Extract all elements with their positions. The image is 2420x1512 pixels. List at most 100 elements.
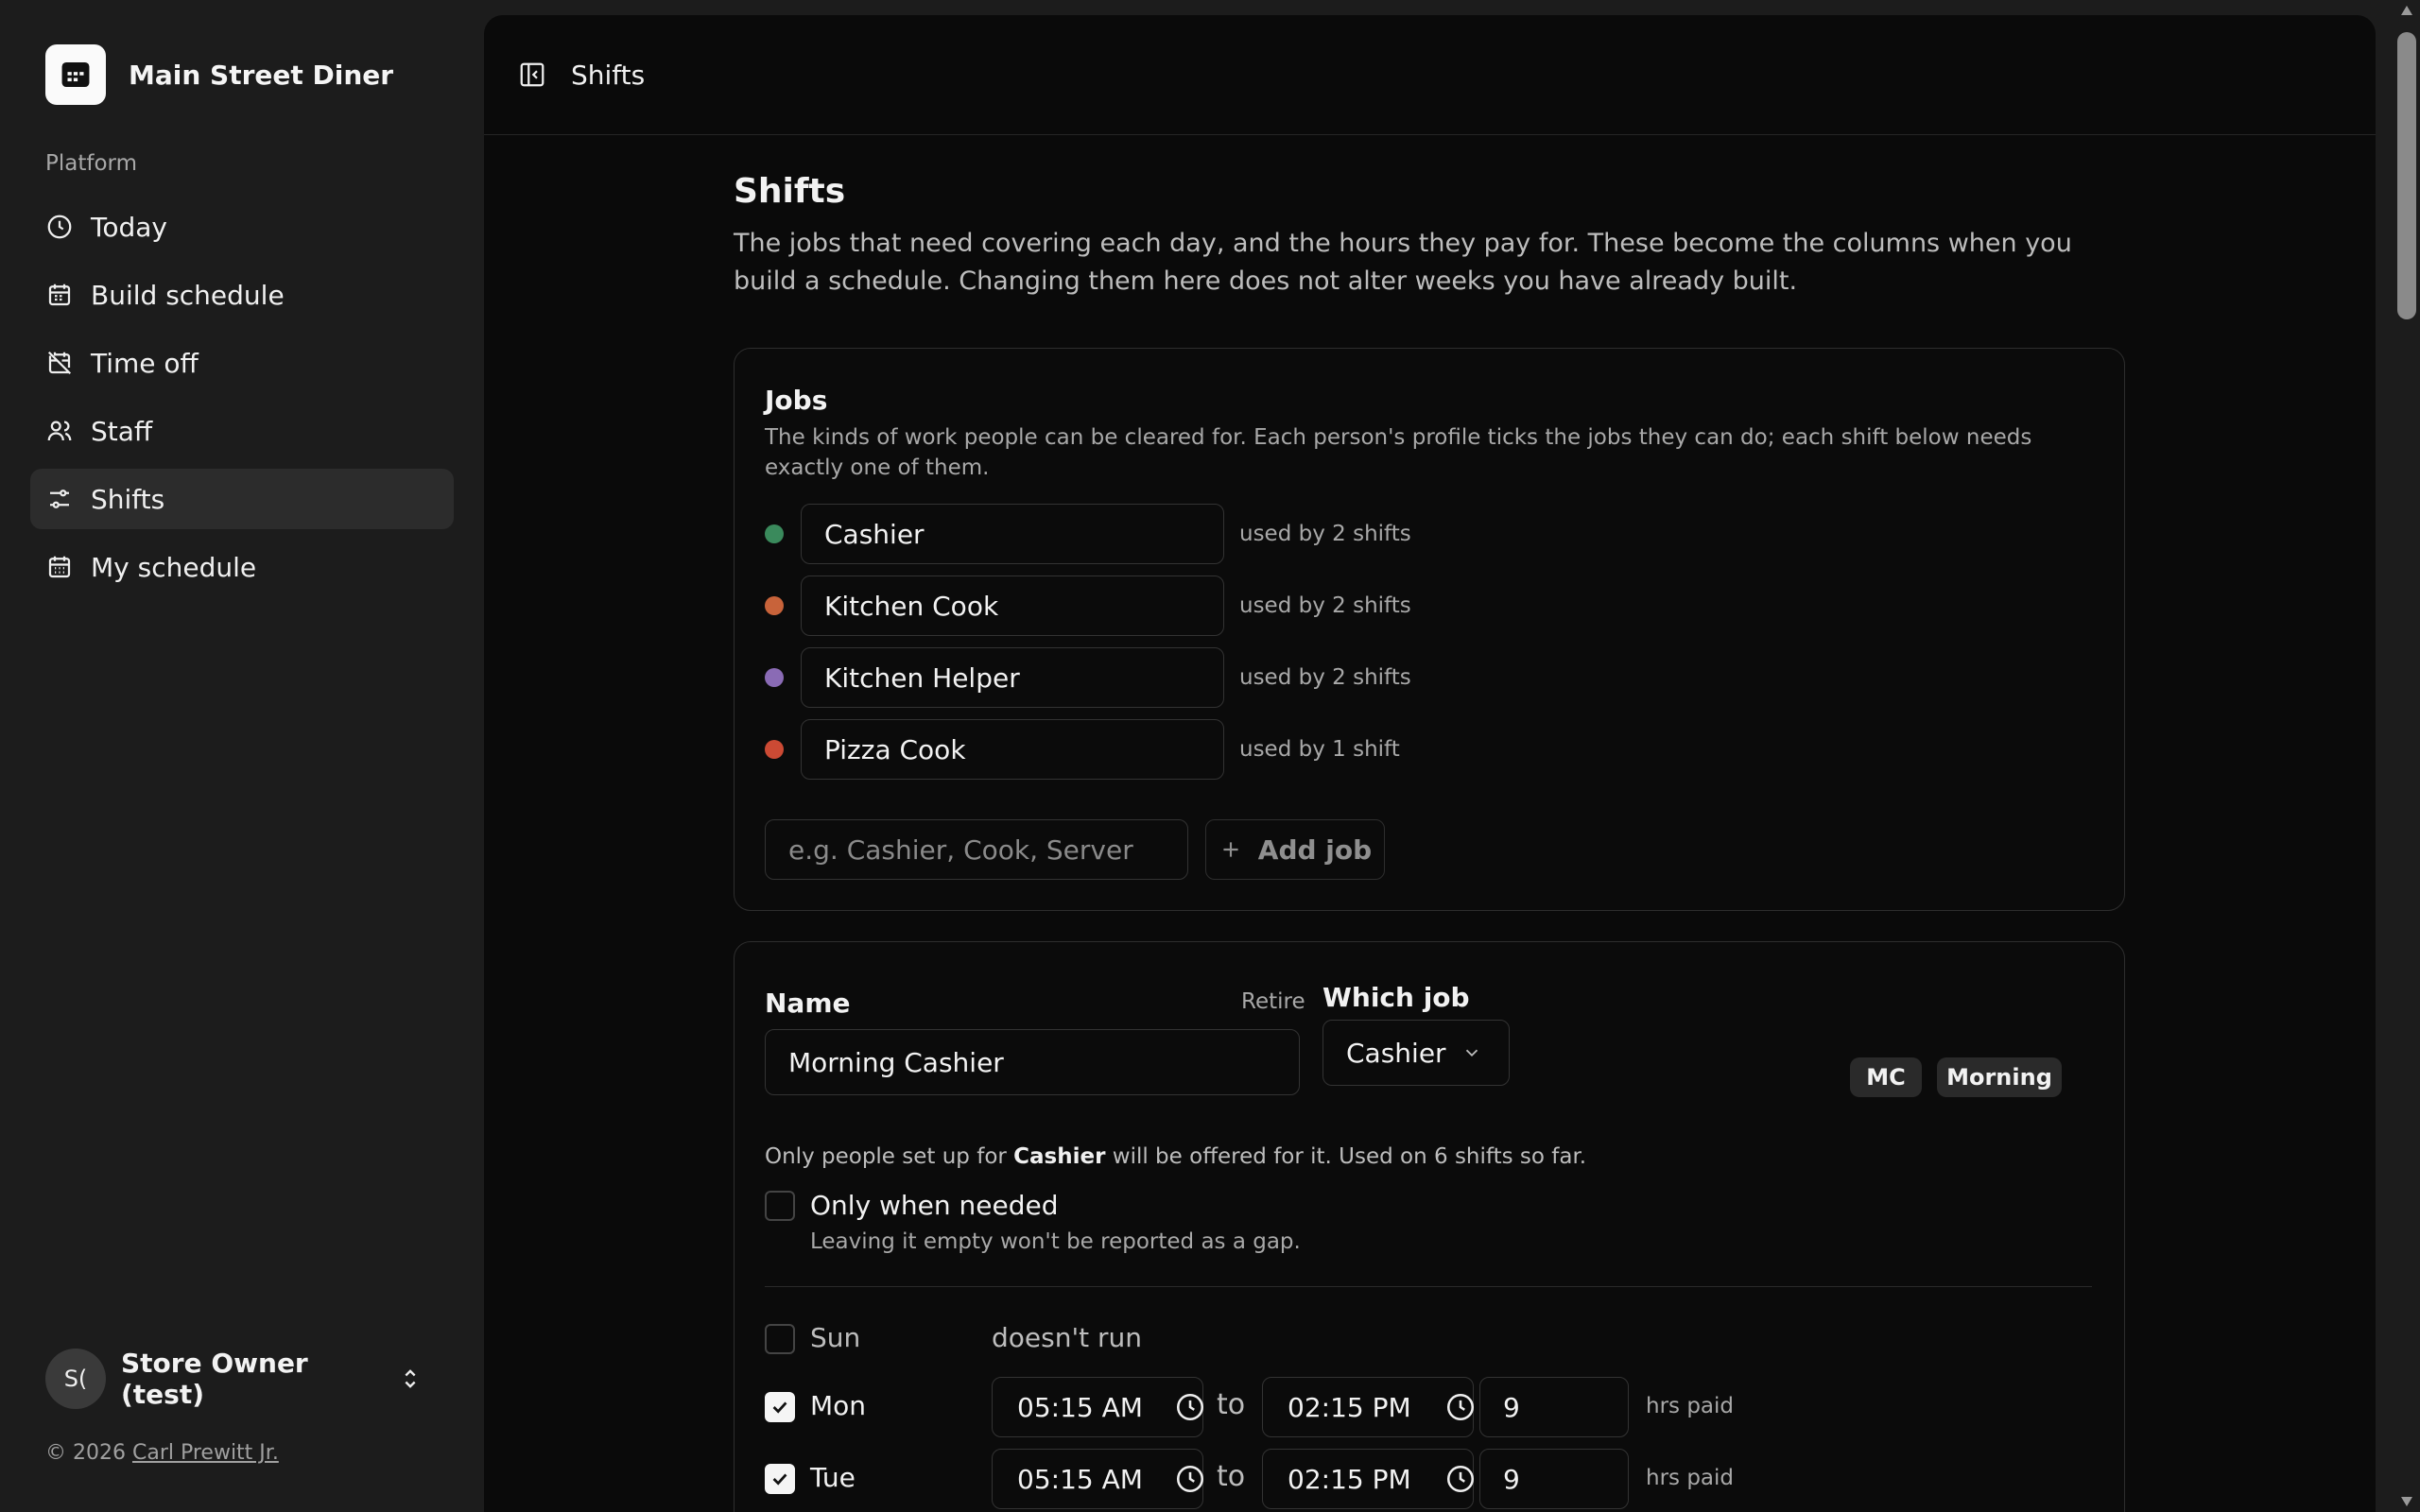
job-color-dot bbox=[765, 524, 784, 543]
job-name-input[interactable]: Pizza Cook bbox=[801, 719, 1224, 780]
table-icon bbox=[45, 44, 106, 105]
only-when-needed-toggle[interactable]: Only when needed bbox=[765, 1190, 1059, 1221]
chevron-up-down-icon bbox=[405, 1369, 416, 1388]
name-label: Name bbox=[765, 988, 851, 1019]
user-name: Store Owner (test) bbox=[121, 1348, 308, 1410]
sidebar-item-label: Build schedule bbox=[91, 279, 285, 311]
day-checkbox[interactable] bbox=[765, 1324, 795, 1354]
job-usage: used by 2 shifts bbox=[1239, 522, 1411, 546]
day-row-mon: Mon 05:15 AM to 02:15 PM 9 hrs paid bbox=[765, 1377, 2092, 1437]
job-usage: used by 1 shift bbox=[1239, 737, 1400, 762]
end-time-input[interactable]: 02:15 PM bbox=[1262, 1449, 1477, 1509]
only-when-needed-checkbox[interactable] bbox=[765, 1190, 795, 1221]
new-job-input[interactable] bbox=[765, 819, 1188, 880]
sidebar-toggle-icon[interactable] bbox=[518, 60, 546, 89]
job-name-input[interactable]: Cashier bbox=[801, 504, 1224, 564]
calendar-icon bbox=[48, 284, 71, 306]
clock-icon[interactable] bbox=[1174, 1463, 1206, 1495]
page-description: The jobs that need covering each day, an… bbox=[734, 229, 2072, 296]
copyright-prefix: © 2026 bbox=[45, 1441, 132, 1465]
scroll-up-arrow[interactable] bbox=[2401, 6, 2412, 15]
jobs-description: The kinds of work people can be cleared … bbox=[765, 425, 2032, 480]
brand[interactable]: Main Street Diner bbox=[45, 44, 393, 105]
sidebar-item-today[interactable]: Today bbox=[30, 197, 454, 257]
page-title: Shifts bbox=[734, 172, 846, 211]
day-row-sun: Sun doesn't run bbox=[765, 1309, 2092, 1369]
day-checkbox[interactable] bbox=[765, 1392, 795, 1422]
shift-name-input[interactable]: Morning Cashier bbox=[765, 1029, 1300, 1095]
calendar-grid-icon bbox=[48, 556, 71, 578]
add-job-button[interactable]: Add job bbox=[1205, 819, 1385, 880]
sidebar-item-label: My schedule bbox=[91, 551, 257, 583]
sidebar-item-build-schedule[interactable]: Build schedule bbox=[30, 265, 454, 325]
only-when-needed-hint: Leaving it empty won't be reported as a … bbox=[810, 1229, 1301, 1254]
job-select[interactable]: Cashier bbox=[1322, 1020, 1510, 1086]
clock-icon[interactable] bbox=[1174, 1391, 1206, 1423]
job-name-input[interactable]: Kitchen Helper bbox=[801, 647, 1224, 708]
sidebar-item-label: Staff bbox=[91, 415, 153, 447]
sidebar-item-time-off[interactable]: Time off bbox=[30, 333, 454, 393]
shift-hint: Only people set up for Cashier will be o… bbox=[765, 1144, 1586, 1169]
job-row: Cashier used by 2 shifts bbox=[765, 504, 1411, 564]
end-time-value: 02:15 PM bbox=[1288, 1463, 1411, 1495]
sidebar-item-label: Shifts bbox=[91, 483, 165, 515]
check-icon bbox=[772, 1401, 787, 1414]
hours-label: hrs paid bbox=[1646, 1394, 1735, 1418]
job-color-dot bbox=[765, 596, 784, 615]
job-usage: used by 2 shifts bbox=[1239, 665, 1411, 690]
retire-button[interactable]: Retire bbox=[1241, 989, 1305, 1014]
user-menu[interactable]: S( Store Owner (test) bbox=[45, 1348, 442, 1410]
jobs-title: Jobs bbox=[765, 385, 828, 416]
only-when-needed-label: Only when needed bbox=[810, 1190, 1059, 1221]
chevron-down-icon bbox=[1465, 1049, 1478, 1057]
main-panel: Shifts Shifts The jobs that need coverin… bbox=[484, 15, 2376, 1512]
clock-icon bbox=[47, 215, 72, 239]
topbar: Shifts bbox=[484, 15, 2376, 135]
copyright: © 2026 Carl Prewitt Jr. bbox=[45, 1441, 279, 1465]
plus-icon bbox=[1223, 842, 1238, 857]
start-time-value: 05:15 AM bbox=[1017, 1463, 1143, 1495]
sidebar-item-shifts[interactable]: Shifts bbox=[30, 469, 454, 529]
sidebar-item-label: Today bbox=[91, 211, 167, 243]
job-row: Kitchen Helper used by 2 shifts bbox=[765, 647, 1411, 708]
to-label: to bbox=[1217, 1388, 1246, 1421]
end-time-value: 02:15 PM bbox=[1288, 1391, 1411, 1423]
day-name: Sun bbox=[810, 1322, 861, 1353]
job-name-input[interactable]: Kitchen Cook bbox=[801, 576, 1224, 636]
shift-code-badge: MC bbox=[1850, 1057, 1922, 1097]
start-time-input[interactable]: 05:15 AM bbox=[992, 1377, 1206, 1437]
end-time-input[interactable]: 02:15 PM bbox=[1262, 1377, 1477, 1437]
users-icon bbox=[47, 421, 72, 441]
hint-prefix: Only people set up for bbox=[765, 1144, 1014, 1169]
start-time-value: 05:15 AM bbox=[1017, 1391, 1143, 1423]
author-link[interactable]: Carl Prewitt Jr. bbox=[132, 1441, 279, 1465]
divider bbox=[765, 1286, 2092, 1287]
clock-icon[interactable] bbox=[1444, 1391, 1477, 1423]
start-time-input[interactable]: 05:15 AM bbox=[992, 1449, 1206, 1509]
clock-icon[interactable] bbox=[1444, 1463, 1477, 1495]
calendar-off-icon bbox=[47, 351, 72, 375]
add-job-label: Add job bbox=[1257, 833, 1373, 866]
scroll-down-arrow[interactable] bbox=[2401, 1497, 2412, 1506]
avatar: S( bbox=[45, 1349, 106, 1409]
app-name: Main Street Diner bbox=[129, 59, 394, 91]
day-off-text: doesn't run bbox=[992, 1322, 1143, 1353]
hours-input[interactable]: 9 bbox=[1479, 1449, 1629, 1509]
job-select-value: Cashier bbox=[1346, 1037, 1446, 1069]
day-checkbox[interactable] bbox=[765, 1464, 795, 1494]
breadcrumb: Shifts bbox=[571, 59, 646, 91]
job-row: Kitchen Cook used by 2 shifts bbox=[765, 576, 1411, 636]
sidebar-nav: Today Build schedule Time off Staff Shif… bbox=[30, 197, 454, 605]
jobs-card: Jobs The kinds of work people can be cle… bbox=[734, 348, 2125, 911]
sidebar-item-staff[interactable]: Staff bbox=[30, 401, 454, 461]
shift-card: Name Retire Which job Morning Cashier Ca… bbox=[734, 941, 2125, 1512]
hours-input[interactable]: 9 bbox=[1479, 1377, 1629, 1437]
day-row-tue: Tue 05:15 AM to 02:15 PM 9 hrs paid bbox=[765, 1449, 2092, 1509]
sidebar-item-my-schedule[interactable]: My schedule bbox=[30, 537, 454, 597]
page-scrollbar[interactable] bbox=[2394, 0, 2420, 1512]
job-color-dot bbox=[765, 740, 784, 759]
hint-suffix: will be offered for it. Used on 6 shifts… bbox=[1105, 1144, 1587, 1169]
scroll-thumb[interactable] bbox=[2397, 32, 2416, 319]
job-color-dot bbox=[765, 668, 784, 687]
shift-period-badge: Morning bbox=[1937, 1057, 2062, 1097]
